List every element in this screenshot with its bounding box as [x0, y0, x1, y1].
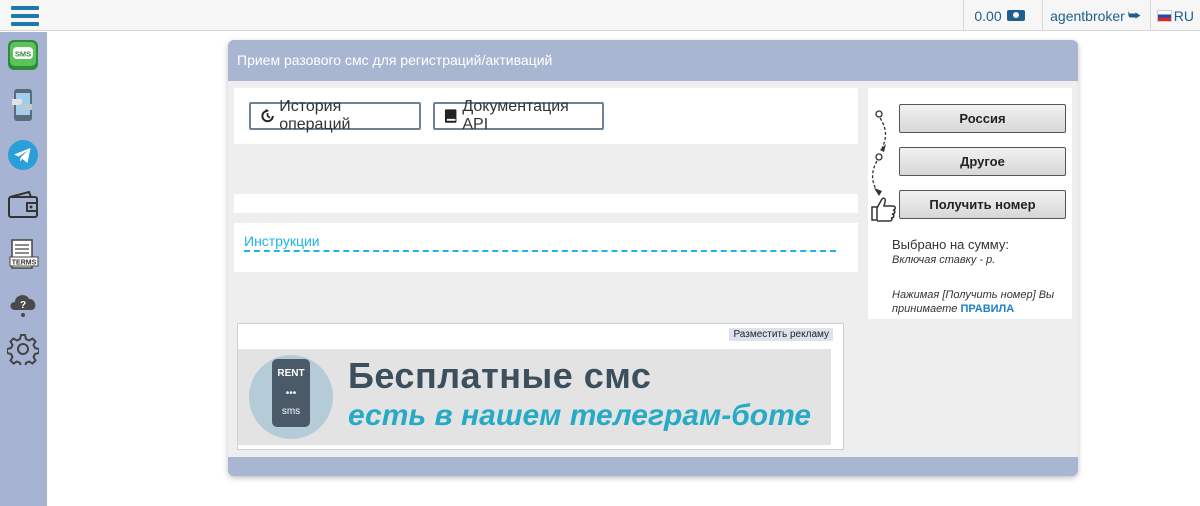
book-icon — [444, 109, 457, 123]
language-selector[interactable]: RU — [1150, 0, 1200, 31]
history-button[interactable]: История операций — [249, 98, 421, 133]
sidebar-item-wallet[interactable] — [6, 188, 40, 222]
history-icon — [261, 108, 274, 123]
order-box: Россия Другое Получить номер Выбрано на … — [868, 88, 1072, 319]
sidebar: SMS TERMS ? — [0, 32, 47, 506]
telegram-icon — [8, 140, 38, 170]
ad-subheadline: есть в нашем телеграм-боте — [348, 399, 812, 432]
logout-icon[interactable]: ⮩ — [1128, 7, 1141, 24]
sidebar-item-phone[interactable] — [6, 88, 40, 122]
sidebar-item-support[interactable]: ? — [6, 286, 40, 320]
api-docs-button[interactable]: Документация API — [433, 98, 604, 133]
rate-note: Включая ставку - р. — [892, 254, 996, 266]
country-button[interactable]: Россия — [899, 104, 1066, 133]
ad-rent-label: RENT — [277, 368, 305, 379]
username: agentbroker — [1050, 7, 1125, 24]
service-button[interactable]: Другое — [899, 147, 1066, 176]
panel-body: История операций Документация API Инстру… — [228, 81, 1078, 457]
ad-banner[interactable]: RENT ••• sms Бесплатные смс есть в нашем… — [238, 349, 831, 445]
get-number-button[interactable]: Получить номер — [899, 190, 1066, 219]
money-icon — [1006, 10, 1025, 21]
menu-icon[interactable] — [11, 6, 39, 26]
page-title: Прием разового смс для регистраций/актив… — [237, 52, 553, 68]
sms-icon-label: SMS — [15, 50, 31, 59]
terms-icon: TERMS — [9, 239, 39, 269]
top-bar: 0.00 agentbroker ⮩ RU — [0, 0, 1200, 31]
history-button-label: История операций — [279, 98, 351, 133]
wallet-icon — [8, 191, 38, 218]
ad-headline: Бесплатные смс — [348, 355, 652, 396]
language-code: RU — [1173, 7, 1194, 24]
sms-icon: SMS — [8, 40, 38, 70]
ad-phone-icon: RENT ••• sms — [272, 359, 310, 427]
sidebar-item-terms[interactable]: TERMS — [6, 238, 40, 272]
terms-icon-label: TERMS — [12, 260, 37, 267]
phone-icon — [12, 89, 32, 121]
gear-icon — [7, 334, 39, 365]
ad-block: Разместить рекламу RENT ••• sms Бесплатн… — [237, 323, 844, 450]
ad-sms-label: sms — [281, 406, 301, 417]
agreement-note: Нажимая [Получить номер] Вы принимаете П… — [892, 288, 1067, 316]
sms-order-panel: Прием разового смс для регистраций/актив… — [228, 40, 1078, 476]
balance-display[interactable]: 0.00 — [963, 0, 1035, 31]
user-menu[interactable]: agentbroker ⮩ — [1042, 0, 1148, 31]
api-docs-button-label: Документация API — [462, 98, 569, 133]
balance-value: 0.00 — [974, 7, 1002, 24]
sidebar-item-sms[interactable]: SMS — [6, 38, 40, 72]
step-arrows-icon — [871, 110, 887, 196]
svg-text:?: ? — [20, 300, 26, 311]
instructions-box: Инструкции — [234, 223, 858, 272]
ad-chat-icon: ••• — [285, 388, 297, 399]
thumbs-up-icon — [871, 197, 896, 222]
rules-link[interactable]: ПРАВИЛА — [960, 303, 1014, 315]
place-ad-link[interactable]: Разместить рекламу — [729, 328, 833, 341]
russia-flag-icon — [1157, 9, 1172, 22]
instructions-divider — [244, 250, 836, 252]
sidebar-item-settings[interactable] — [6, 332, 40, 366]
action-buttons: История операций Документация API — [234, 88, 858, 144]
cloud-question-icon: ? — [10, 295, 36, 317]
info-strip — [234, 194, 858, 213]
selected-sum-label: Выбрано на сумму: — [892, 237, 1009, 252]
sidebar-item-telegram[interactable] — [6, 138, 40, 172]
instructions-link[interactable]: Инструкции — [244, 233, 320, 249]
